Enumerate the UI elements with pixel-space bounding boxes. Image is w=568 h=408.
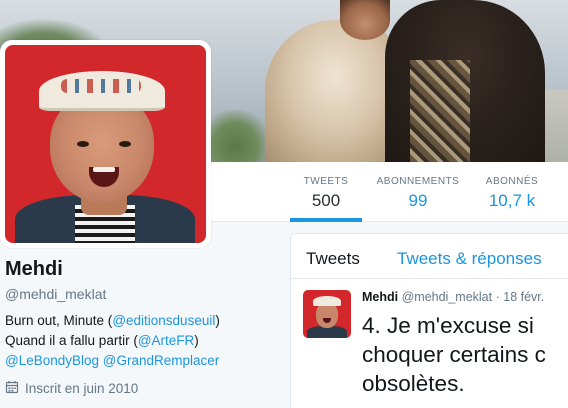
profile-avatar-frame[interactable] bbox=[0, 40, 211, 248]
tweet-date[interactable]: 18 févr. bbox=[503, 290, 544, 304]
banner-person bbox=[265, 20, 405, 162]
bio-line: @LeBondyBlog @GrandRemplacer bbox=[5, 351, 275, 371]
nav-following-count: 99 bbox=[408, 191, 428, 210]
banner-person-shirt bbox=[410, 60, 470, 162]
nav-followers[interactable]: ABONNÉS 10,7 k bbox=[474, 162, 550, 222]
avatar-cap-pattern bbox=[61, 79, 141, 93]
tweet-avatar[interactable] bbox=[303, 290, 351, 338]
tab-tweets-replies[interactable]: Tweets & réponses bbox=[397, 249, 542, 269]
nav-tweets-label: TWEETS bbox=[303, 176, 349, 187]
avatar-eye bbox=[119, 141, 131, 147]
banner-person-head bbox=[340, 0, 390, 40]
bio-link-editionsduseuil[interactable]: @editionsduseuil bbox=[112, 313, 215, 328]
bio-line: Quand il a fallu partir (@ArteFR) bbox=[5, 331, 275, 351]
nav-following-label: ABONNEMENTS bbox=[376, 176, 460, 187]
bio-text: Quand il a fallu partir ( bbox=[5, 333, 138, 348]
bio-link-artefr[interactable]: @ArteFR bbox=[138, 333, 194, 348]
tweet-header: Mehdi @mehdi_meklat · 18 févr. bbox=[362, 290, 568, 304]
joined-text: Inscrit en juin 2010 bbox=[25, 381, 139, 396]
tweet-text: 4. Je m'excuse si choquer certains c obs… bbox=[362, 313, 546, 396]
nav-tweets-count: 500 bbox=[311, 191, 341, 210]
nav-followers-count: 10,7 k bbox=[488, 191, 536, 210]
tweet-author-name[interactable]: Mehdi bbox=[362, 290, 398, 304]
avatar-eye bbox=[77, 141, 89, 147]
tweet-item[interactable]: Mehdi @mehdi_meklat · 18 févr. 4. Je m'e… bbox=[291, 280, 568, 408]
profile-handle[interactable]: @mehdi_meklat bbox=[5, 286, 106, 302]
bio-link-grandremplacer[interactable]: @GrandRemplacer bbox=[103, 353, 220, 368]
tab-tweets[interactable]: Tweets bbox=[306, 249, 360, 269]
profile-avatar[interactable] bbox=[5, 45, 206, 243]
tweet-author-handle[interactable]: @mehdi_meklat bbox=[402, 290, 493, 304]
nav-following[interactable]: ABONNEMENTS 99 bbox=[372, 162, 464, 222]
tweet-separator: · bbox=[495, 290, 500, 304]
avatar-teeth bbox=[93, 167, 115, 172]
bio-link-lebondyblog[interactable]: @LeBondyBlog bbox=[5, 353, 99, 368]
nav-followers-label: ABONNÉS bbox=[485, 176, 539, 187]
profile-bio: Burn out, Minute (@editionsduseuil) Quan… bbox=[5, 311, 275, 371]
bio-text: ) bbox=[215, 313, 220, 328]
bio-line: Burn out, Minute (@editionsduseuil) bbox=[5, 311, 275, 331]
nav-tweets[interactable]: TWEETS 500 bbox=[290, 162, 362, 222]
avatar-cap bbox=[313, 296, 341, 306]
timeline-card: Tweets Tweets & réponses Mehdi @mehdi_me… bbox=[290, 233, 568, 408]
timeline-tabs: Tweets Tweets & réponses bbox=[291, 234, 568, 279]
bio-text: ) bbox=[194, 333, 199, 348]
calendar-icon bbox=[5, 380, 19, 397]
profile-name[interactable]: Mehdi bbox=[5, 258, 63, 281]
profile-joined-date: Inscrit en juin 2010 bbox=[5, 380, 138, 397]
bio-text: Burn out, Minute ( bbox=[5, 313, 113, 328]
